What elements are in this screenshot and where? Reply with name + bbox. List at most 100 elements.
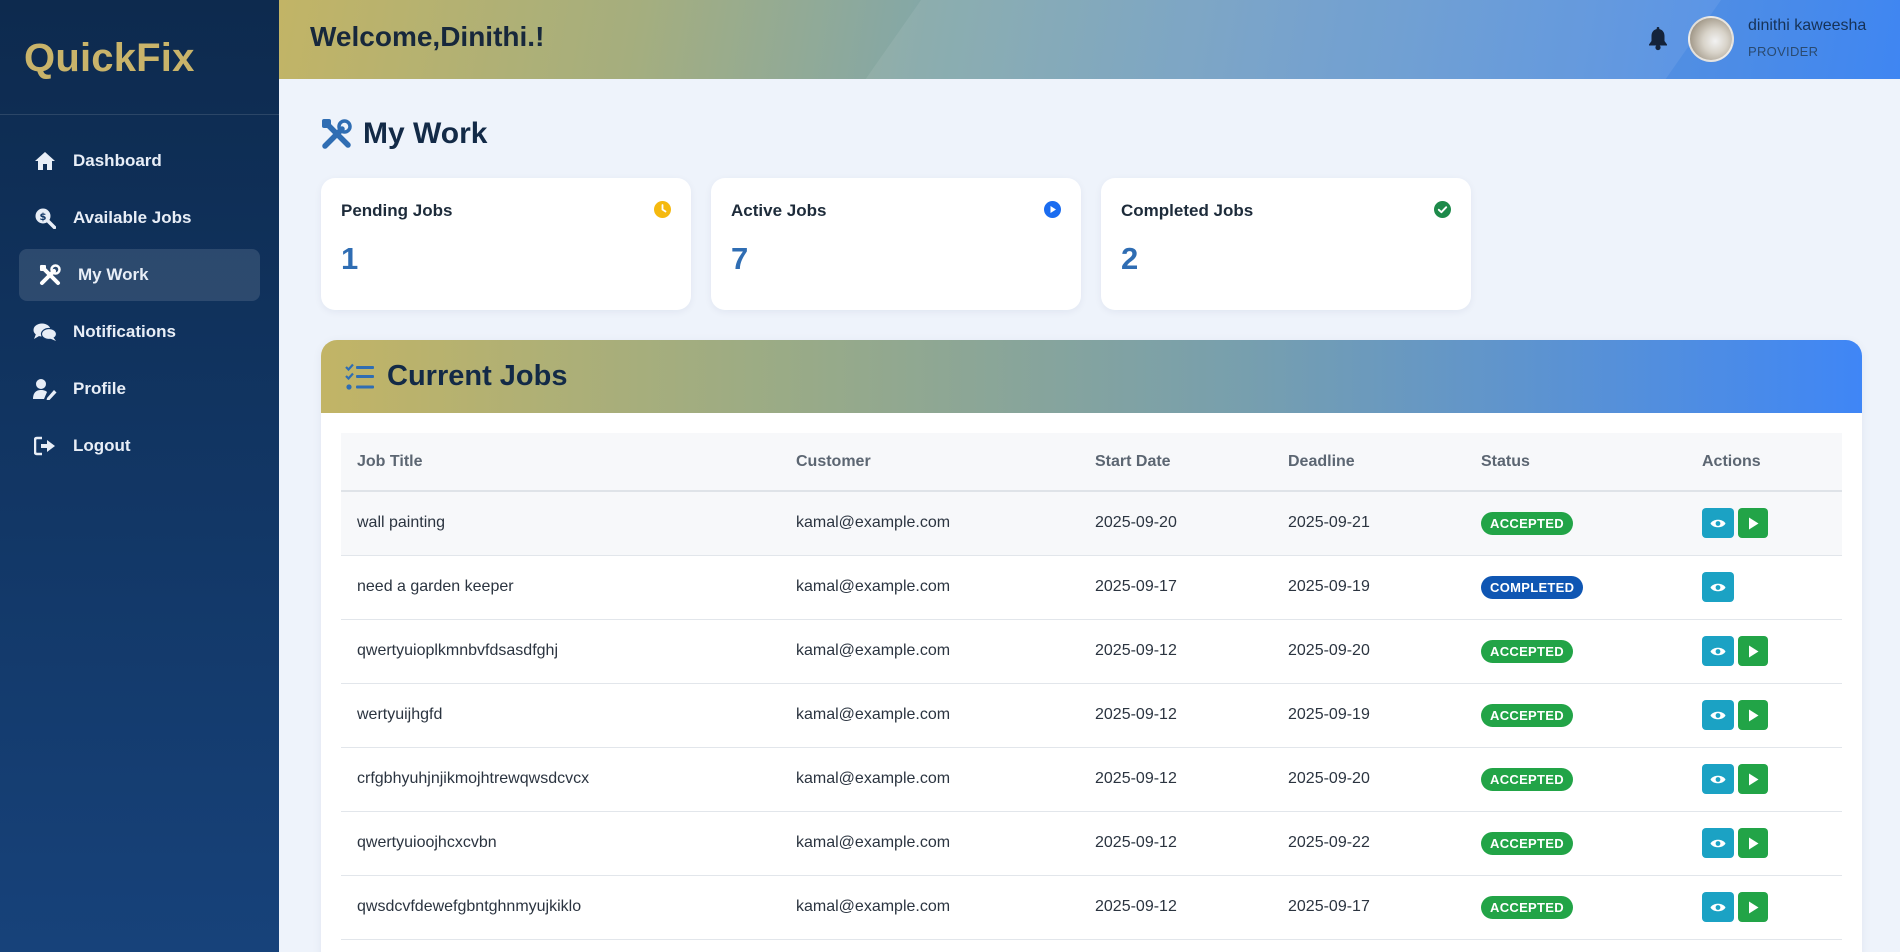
eye-icon: [1710, 839, 1726, 847]
stat-value: 1: [341, 241, 359, 276]
job-customer: kamal@example.com: [796, 770, 951, 787]
job-deadline: 2025-09-20: [1288, 642, 1370, 659]
home-icon: [33, 149, 57, 173]
table-header-row: Job Title Customer Start Date Deadline S…: [341, 433, 1842, 491]
welcome-message: Welcome,Dinithi.!: [310, 21, 545, 52]
table-row: wertyuijhgfd kamal@example.com 2025-09-1…: [341, 683, 1842, 747]
stat-label: Pending Jobs: [341, 201, 453, 220]
table-row: qwsdcvfdewefgbntghnmyujkiklo kamal@examp…: [341, 875, 1842, 939]
view-button[interactable]: [1702, 572, 1734, 602]
eye-icon: [1710, 903, 1726, 911]
play-icon: [1748, 837, 1758, 849]
start-button[interactable]: [1738, 700, 1768, 730]
job-deadline: 2025-09-17: [1288, 898, 1370, 915]
job-start-date: 2025-09-12: [1095, 898, 1177, 915]
column-header[interactable]: Status: [1465, 433, 1686, 491]
user-name: dinithi kaweesha: [1748, 17, 1867, 34]
stat-card-active: Active Jobs 7: [711, 178, 1081, 310]
brand-logo-text[interactable]: QuickFix: [24, 36, 195, 80]
job-start-date: 2025-09-17: [1095, 578, 1177, 595]
sidebar-item-label: Dashboard: [73, 151, 162, 170]
job-deadline: 2025-09-22: [1288, 834, 1370, 851]
column-header[interactable]: Deadline: [1272, 433, 1465, 491]
sidebar-item-profile[interactable]: Profile: [19, 363, 260, 415]
jobs-table: Job Title Customer Start Date Deadline S…: [341, 433, 1842, 940]
play-icon: [1748, 517, 1758, 530]
status-badge: ACCEPTED: [1481, 511, 1573, 535]
play-icon: [1748, 901, 1758, 913]
view-button[interactable]: [1702, 508, 1734, 539]
page-title: My Work: [321, 117, 487, 151]
view-button[interactable]: [1702, 828, 1734, 858]
column-header[interactable]: Job Title: [341, 433, 780, 491]
job-customer: kamal@example.com: [796, 578, 951, 595]
sidebar-item-label: Available Jobs: [73, 208, 192, 227]
sign-out-icon: [33, 434, 57, 458]
user-edit-icon: [33, 377, 57, 401]
view-button[interactable]: [1702, 892, 1734, 922]
job-start-date: 2025-09-12: [1095, 770, 1177, 787]
job-customer: kamal@example.com: [796, 898, 951, 915]
job-start-date: 2025-09-12: [1095, 834, 1177, 851]
sidebar-item-dashboard[interactable]: Dashboard: [19, 135, 260, 187]
sidebar-item-label: Profile: [73, 379, 126, 398]
job-customer: kamal@example.com: [796, 834, 951, 851]
eye-icon: [1710, 775, 1726, 783]
sidebar-item-notifications[interactable]: Notifications: [19, 306, 260, 358]
job-customer: kamal@example.com: [796, 706, 951, 723]
check-circle-icon: [1434, 201, 1451, 218]
view-button[interactable]: [1702, 636, 1734, 666]
start-button[interactable]: [1738, 892, 1768, 922]
sidebar-item-label: Notifications: [73, 322, 176, 341]
start-button[interactable]: [1738, 764, 1768, 794]
svg-text:$: $: [40, 212, 47, 223]
sidebar-item-label: Logout: [73, 436, 131, 455]
view-button[interactable]: [1702, 764, 1734, 794]
table-row: need a garden keeper kamal@example.com 2…: [341, 555, 1842, 619]
eye-icon: [1710, 711, 1726, 719]
avatar[interactable]: [1688, 16, 1734, 62]
play-icon: [1748, 645, 1758, 657]
column-header: Actions: [1702, 452, 1761, 470]
start-button[interactable]: [1738, 828, 1768, 858]
user-role: PROVIDER: [1748, 44, 1819, 59]
comments-icon: [33, 320, 57, 344]
job-customer: kamal@example.com: [796, 514, 951, 532]
sidebar-item-logout[interactable]: Logout: [19, 420, 260, 472]
status-badge: ACCEPTED: [1481, 831, 1573, 855]
search-dollar-icon: $: [33, 206, 57, 230]
start-button[interactable]: [1738, 636, 1768, 666]
play-icon: [1748, 709, 1758, 721]
current-jobs-title: Current Jobs: [387, 360, 568, 392]
status-badge: ACCEPTED: [1481, 639, 1573, 663]
sidebar: QuickFix Dashboard $ Available Jobs My W…: [0, 0, 279, 952]
job-title: wertyuijhgfd: [357, 706, 443, 723]
stat-value: 7: [731, 241, 749, 276]
bell-icon[interactable]: [1648, 27, 1670, 51]
top-header: Welcome,Dinithi.! dinithi kaweesha PROVI…: [279, 0, 1900, 79]
job-title: wall painting: [357, 514, 446, 532]
brand: QuickFix: [0, 0, 279, 115]
table-row: wall painting kamal@example.com 2025-09-…: [341, 491, 1842, 555]
job-deadline: 2025-09-20: [1288, 770, 1370, 787]
page-title-text: My Work: [363, 117, 488, 150]
job-start-date: 2025-09-12: [1095, 706, 1177, 723]
sidebar-item-my-work[interactable]: My Work: [19, 249, 260, 301]
stat-card-completed: Completed Jobs 2: [1101, 178, 1471, 310]
clock-icon: [654, 201, 671, 218]
start-button[interactable]: [1738, 508, 1768, 539]
status-badge: COMPLETED: [1481, 575, 1584, 599]
eye-icon: [1710, 647, 1726, 655]
sidebar-item-available-jobs[interactable]: $ Available Jobs: [19, 192, 260, 244]
job-title: qwertyuioplkmnbvfdsasdfghj: [357, 642, 558, 659]
job-deadline: 2025-09-19: [1288, 706, 1370, 723]
job-deadline: 2025-09-21: [1288, 514, 1370, 532]
play-icon: [1748, 773, 1758, 785]
sidebar-item-label: My Work: [78, 265, 149, 284]
current-jobs-header: Current Jobs: [321, 340, 1862, 413]
column-header[interactable]: Customer: [780, 433, 1079, 491]
tools-icon: [38, 263, 62, 287]
view-button[interactable]: [1702, 700, 1734, 730]
column-header[interactable]: Start Date: [1079, 433, 1272, 491]
job-customer: kamal@example.com: [796, 642, 951, 659]
